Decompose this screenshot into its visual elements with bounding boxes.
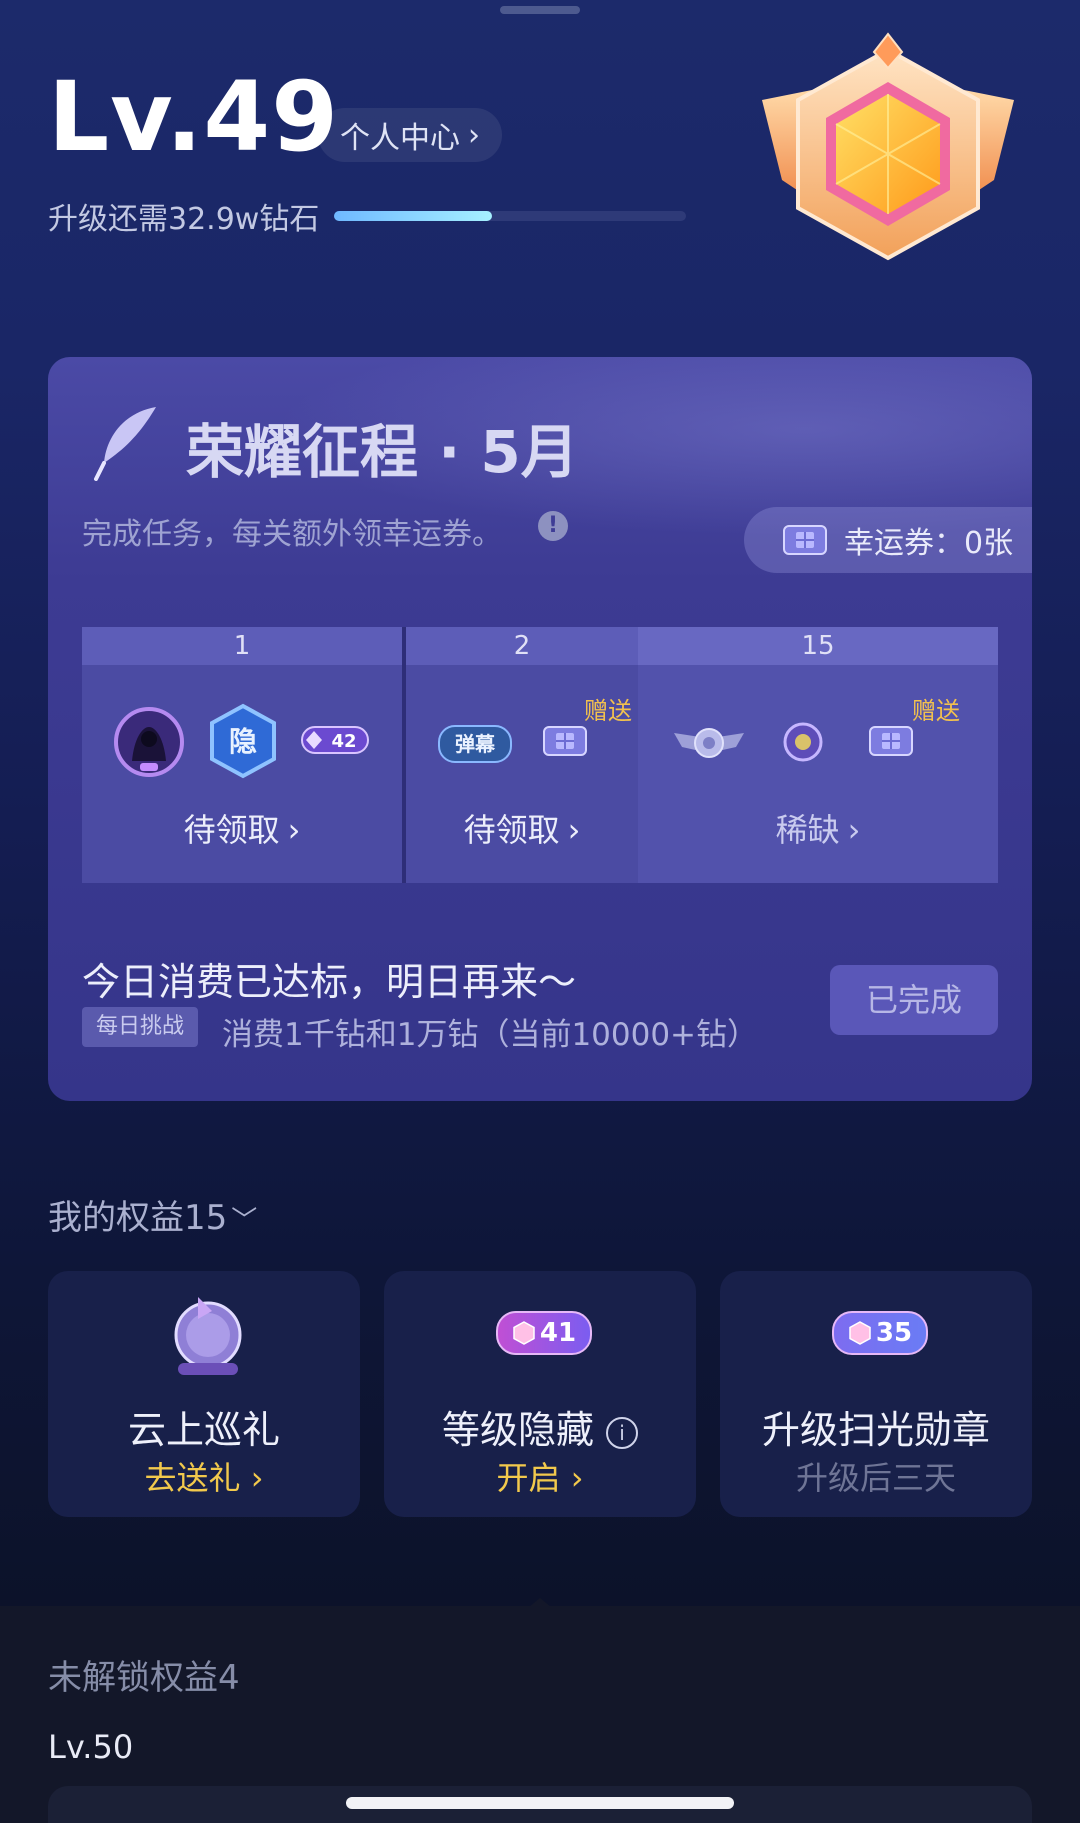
chevron-right-icon: › [567,811,581,849]
level-title: Lv.49 [48,61,339,173]
level-value: 35 [875,1318,913,1348]
stage-status[interactable]: 待领取 › [406,805,638,851]
right-name: 等级隐藏 i [384,1399,696,1454]
daily-challenge-desc: 消费1千钻和1万钻（当前10000+钻） [222,1017,759,1053]
crystal-ball-icon [174,1297,242,1375]
stage-status-label: 稀缺 [775,811,840,849]
svg-text:隐: 隐 [229,725,257,758]
upgrade-requirement: 升级还需32.9w钻石 [48,202,320,237]
level-value: 41 [539,1318,577,1348]
info-circle-icon[interactable]: i [606,1416,639,1449]
my-rights-title: 我的权益15 [48,1198,228,1238]
panel-notch [516,1598,564,1618]
right-name: 升级扫光勋章 [761,1408,990,1452]
lucky-ticket-label: 幸运券：0张 [844,526,1014,561]
stage-status[interactable]: 待领取 › [82,805,402,851]
right-action[interactable]: 去送礼 › [48,1453,360,1499]
ticket-icon [869,726,913,756]
honor-journey-card: 荣耀征程 · 5月 完成任务，每关额外领幸运券。 ! 幸运券：0张 1 隐 42… [48,357,1032,1101]
right-action-label: 开启 [496,1459,561,1497]
stage-15[interactable]: 15 赠送 稀缺 › [638,627,998,883]
stage-track: 1 隐 42 待领取 › 2 赠送 弹幕 待领取 › 15 赠送 稀缺 › [82,627,998,883]
chevron-down-icon: ﹀ [231,1206,258,1236]
right-action-label: 去送礼 [144,1459,241,1497]
chevron-right-icon: › [287,811,301,849]
ticket-icon [543,726,587,756]
info-icon[interactable]: ! [538,511,568,541]
level-badge-icon [762,32,1014,261]
ticket-icon [783,525,827,555]
coin-icon [783,722,823,762]
stage-status[interactable]: 稀缺 › [638,805,998,851]
stage-number: 1 [82,627,402,665]
gift-tag: 赠送 [584,697,632,725]
hidden-badge-icon: 隐 [210,703,276,779]
level-sheet: Lv.49 个人中心 › 升级还需32.9w钻石 荣耀征程 · 5月 完成任务，… [0,0,1080,1823]
level-progress-bar [334,211,686,221]
right-card-cloud-tour[interactable]: 云上巡礼 去送礼 › [48,1271,360,1517]
stage-status-label: 待领取 [463,811,560,849]
stage-2[interactable]: 2 赠送 弹幕 待领取 › [406,627,638,883]
home-indicator[interactable] [346,1797,734,1809]
gift-tag: 赠送 [912,697,960,725]
stage-1[interactable]: 1 隐 42 待领取 › [82,627,406,883]
wing-medal-icon [674,728,744,758]
completed-button[interactable]: 已完成 [830,965,998,1035]
stage-number: 2 [406,627,638,665]
hexagon-icon [849,1321,871,1345]
honor-subtitle: 完成任务，每关额外领幸运券。 [82,517,502,552]
svg-text:42: 42 [331,731,356,752]
daily-challenge-title: 今日消费已达标，明日再来～ [82,960,577,1004]
chevron-right-icon: › [468,117,480,153]
avatar-frame-icon [114,707,184,777]
level-41-badge: 41 [496,1311,592,1355]
lucky-ticket-counter[interactable]: 幸运券：0张 [744,507,1032,573]
right-name: 云上巡礼 [127,1408,280,1452]
stage-number: 15 [638,627,998,665]
hexagon-icon [513,1321,535,1345]
feather-icon [94,407,156,481]
level-progress-fill [334,211,493,221]
drag-handle[interactable] [500,6,580,14]
chevron-right-icon: › [570,1459,584,1497]
right-card-level-hide[interactable]: 41 等级隐藏 i 开启 › [384,1271,696,1517]
profile-center-label: 个人中心 [340,121,460,156]
daily-challenge-tag: 每日挑战 [82,1007,199,1047]
right-action[interactable]: 开启 › [384,1453,696,1499]
chevron-right-icon: › [250,1459,264,1497]
level-35-badge: 35 [832,1311,928,1355]
next-level-label: Lv.50 [48,1728,134,1766]
danmaku-tag: 弹幕 [438,725,512,763]
profile-center-button[interactable]: 个人中心 › [318,108,502,162]
right-name-label: 等级隐藏 [441,1408,594,1452]
right-action: 升级后三天 [795,1459,956,1497]
level-42-badge-icon: 42 [301,726,369,754]
chevron-right-icon: › [847,811,861,849]
honor-title: 荣耀征程 · 5月 [186,418,579,486]
locked-rights-title: 未解锁权益4 [48,1658,240,1698]
stage-status-label: 待领取 [183,811,280,849]
my-rights-toggle[interactable]: 我的权益15 ﹀ [48,1190,257,1239]
right-card-upgrade-medal[interactable]: 35 升级扫光勋章 升级后三天 [720,1271,1032,1517]
